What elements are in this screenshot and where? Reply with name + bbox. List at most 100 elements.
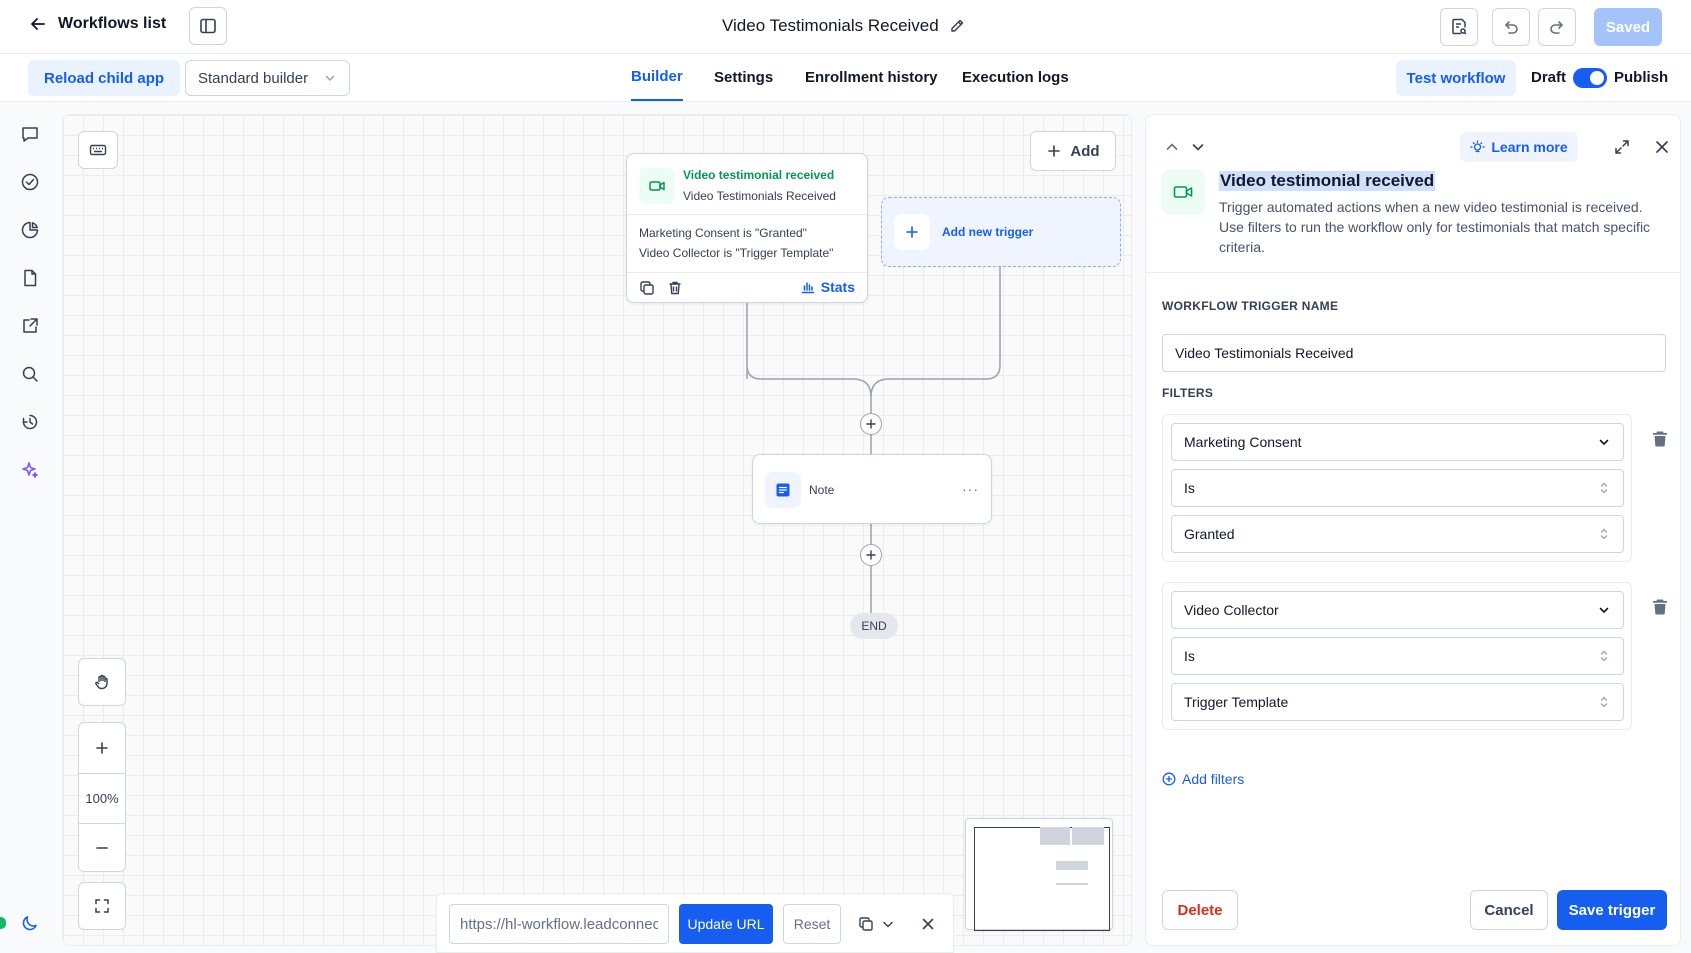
undo-button[interactable] <box>1492 8 1530 46</box>
trigger-node-name: Video Testimonials Received <box>683 189 836 203</box>
copy-icon[interactable] <box>639 280 655 296</box>
workflow-title[interactable]: Video Testimonials Received <box>722 16 965 36</box>
top-bar: Workflows list Video Testimonials Receiv… <box>0 0 1691 54</box>
save-trigger-button[interactable]: Save trigger <box>1557 890 1667 930</box>
child-app-url-input[interactable] <box>449 904 669 944</box>
pencil-icon[interactable] <box>949 18 965 34</box>
version-history-button[interactable] <box>1440 8 1478 46</box>
filter-operator-select[interactable]: Is <box>1171 637 1624 675</box>
fit-view-button[interactable] <box>78 882 126 930</box>
zoom-in-button[interactable] <box>79 723 125 773</box>
copy-icon[interactable] <box>857 915 875 933</box>
filter-field-select[interactable]: Video Collector <box>1171 591 1624 629</box>
test-workflow-button[interactable]: Test workflow <box>1396 60 1516 96</box>
workflow-canvas[interactable]: Add Video testimonial received Video Tes… <box>62 114 1132 946</box>
insert-step-button[interactable] <box>860 413 882 435</box>
reload-child-app-button[interactable]: Reload child app <box>28 60 181 96</box>
chevron-down-icon[interactable] <box>881 915 895 933</box>
rail-theme-toggle[interactable] <box>19 912 41 934</box>
filter-operator-select[interactable]: Is <box>1171 469 1624 507</box>
more-options-icon[interactable]: ··· <box>962 481 979 497</box>
tab-settings[interactable]: Settings <box>714 54 773 101</box>
sidebar-panel-icon <box>200 18 216 34</box>
saved-button[interactable]: Saved <box>1594 8 1662 46</box>
plus-circle-icon <box>1162 772 1176 786</box>
rail-comments[interactable] <box>19 123 41 145</box>
canvas-minimap[interactable] <box>965 818 1113 931</box>
trash-icon[interactable] <box>1650 429 1670 449</box>
close-panel-button[interactable] <box>1651 136 1673 158</box>
add-new-trigger-node[interactable]: Add new trigger <box>881 197 1121 267</box>
rail-ai-assistant[interactable] <box>19 459 41 481</box>
note-node-icon <box>765 472 801 508</box>
tab-builder[interactable]: Builder <box>631 54 683 101</box>
tab-execution-logs[interactable]: Execution logs <box>962 54 1069 101</box>
back-to-workflows-link[interactable]: Workflows list <box>28 14 166 34</box>
panel-trigger-icon <box>1161 170 1205 214</box>
previous-step-button[interactable] <box>1161 136 1183 158</box>
add-step-button[interactable]: Add <box>1030 131 1116 171</box>
chevron-up-down-icon <box>1600 650 1608 662</box>
next-step-button[interactable] <box>1187 136 1209 158</box>
keyboard-icon <box>89 144 107 156</box>
trigger-name-input[interactable] <box>1162 334 1666 372</box>
filter-value-select[interactable]: Trigger Template <box>1171 683 1624 721</box>
toggle-sidebar-button[interactable] <box>189 7 227 45</box>
filter-value-select[interactable]: Granted <box>1171 515 1624 553</box>
minimap-node <box>1056 883 1088 885</box>
trigger-node-icon <box>639 168 675 204</box>
tab-enrollment-history[interactable]: Enrollment history <box>805 54 938 101</box>
back-link-label: Workflows list <box>58 15 167 32</box>
update-url-button[interactable]: Update URL <box>679 904 773 944</box>
bar-chart-icon <box>801 282 815 294</box>
chevron-up-icon <box>1166 143 1178 150</box>
trigger-node-type: Video testimonial received <box>683 168 835 182</box>
add-filters-button[interactable]: Add filters <box>1162 771 1244 787</box>
reset-url-button[interactable]: Reset <box>783 904 841 944</box>
zoom-out-button[interactable] <box>79 823 125 873</box>
rail-tasks[interactable] <box>19 171 41 193</box>
lightbulb-icon <box>1470 139 1486 152</box>
undo-icon <box>1505 21 1518 34</box>
keyboard-shortcuts-button[interactable] <box>78 131 118 169</box>
rail-share[interactable] <box>19 315 41 337</box>
pan-mode-button[interactable] <box>78 658 126 706</box>
rail-history[interactable] <box>19 411 41 433</box>
rail-documents[interactable] <box>19 267 41 289</box>
message-icon <box>22 127 38 142</box>
minimap-node <box>1056 861 1088 870</box>
rail-analytics[interactable] <box>19 219 41 241</box>
moon-icon <box>22 916 37 931</box>
trigger-stats-button[interactable]: Stats <box>801 279 855 295</box>
trigger-name-label: WORKFLOW TRIGGER NAME <box>1162 299 1339 313</box>
builder-mode-value: Standard builder <box>198 69 309 87</box>
trigger-node-filter: Video Collector is "Trigger Template" <box>639 246 834 260</box>
trash-icon[interactable] <box>667 280 683 296</box>
builder-mode-select[interactable]: Standard builder <box>185 60 350 96</box>
expand-panel-button[interactable] <box>1611 136 1633 158</box>
note-node[interactable]: Note ··· <box>752 454 992 524</box>
cancel-button[interactable]: Cancel <box>1470 890 1548 930</box>
divider <box>1146 272 1680 273</box>
add-step-label: Add <box>1070 142 1100 160</box>
video-camera-icon <box>649 181 665 191</box>
filter-group: Video Collector Is Trigger Template <box>1162 582 1632 730</box>
close-icon[interactable] <box>919 915 937 933</box>
rail-search[interactable] <box>19 363 41 385</box>
zoom-controls: 100% <box>78 722 126 872</box>
learn-more-button[interactable]: Learn more <box>1460 132 1578 162</box>
search-icon <box>22 366 38 382</box>
trigger-node[interactable]: Video testimonial received Video Testimo… <box>626 153 868 303</box>
fit-screen-icon <box>95 899 109 913</box>
video-camera-icon <box>1173 186 1193 198</box>
redo-button[interactable] <box>1538 8 1576 46</box>
filter-group: Marketing Consent Is Granted <box>1162 414 1632 562</box>
chevron-up-down-icon <box>1600 528 1608 540</box>
filter-field-select[interactable]: Marketing Consent <box>1171 423 1624 461</box>
publish-toggle[interactable] <box>1573 68 1607 88</box>
insert-step-button[interactable] <box>860 544 882 566</box>
trash-icon[interactable] <box>1650 597 1670 617</box>
chevron-down-icon <box>1192 144 1204 151</box>
delete-trigger-button[interactable]: Delete <box>1162 890 1238 930</box>
zoom-level[interactable]: 100% <box>79 773 125 823</box>
